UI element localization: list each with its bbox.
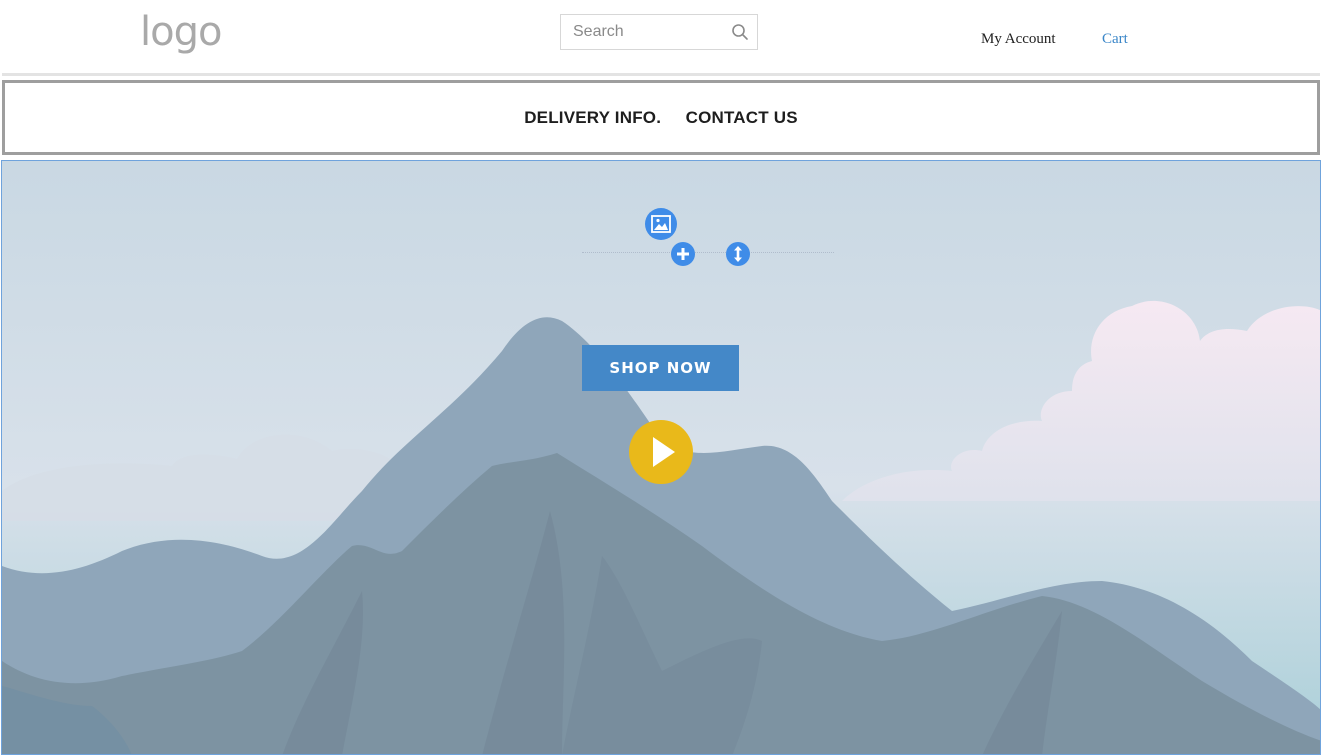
site-header: logo My Account Cart xyxy=(2,2,1320,76)
section-divider xyxy=(582,252,834,253)
cart-link[interactable]: Cart xyxy=(1102,31,1128,48)
site-logo[interactable]: logo xyxy=(140,8,222,56)
search-input[interactable] xyxy=(561,15,733,49)
play-icon xyxy=(653,437,675,467)
search-box[interactable] xyxy=(560,14,758,50)
plus-icon[interactable] xyxy=(671,242,695,266)
shop-now-button[interactable]: SHOP NOW xyxy=(582,345,739,391)
nav-contact-us[interactable]: CONTACT US xyxy=(686,108,798,127)
main-nav: DELIVERY INFO. CONTACT US xyxy=(2,80,1320,155)
search-icon[interactable] xyxy=(731,23,749,41)
my-account-link[interactable]: My Account xyxy=(981,31,1056,48)
play-video-button[interactable] xyxy=(629,420,693,484)
resize-vertical-icon[interactable] xyxy=(726,242,750,266)
hero-banner[interactable]: SHOP NOW xyxy=(1,160,1321,755)
nav-delivery-info[interactable]: DELIVERY INFO. xyxy=(524,108,661,127)
image-icon[interactable] xyxy=(645,208,677,240)
